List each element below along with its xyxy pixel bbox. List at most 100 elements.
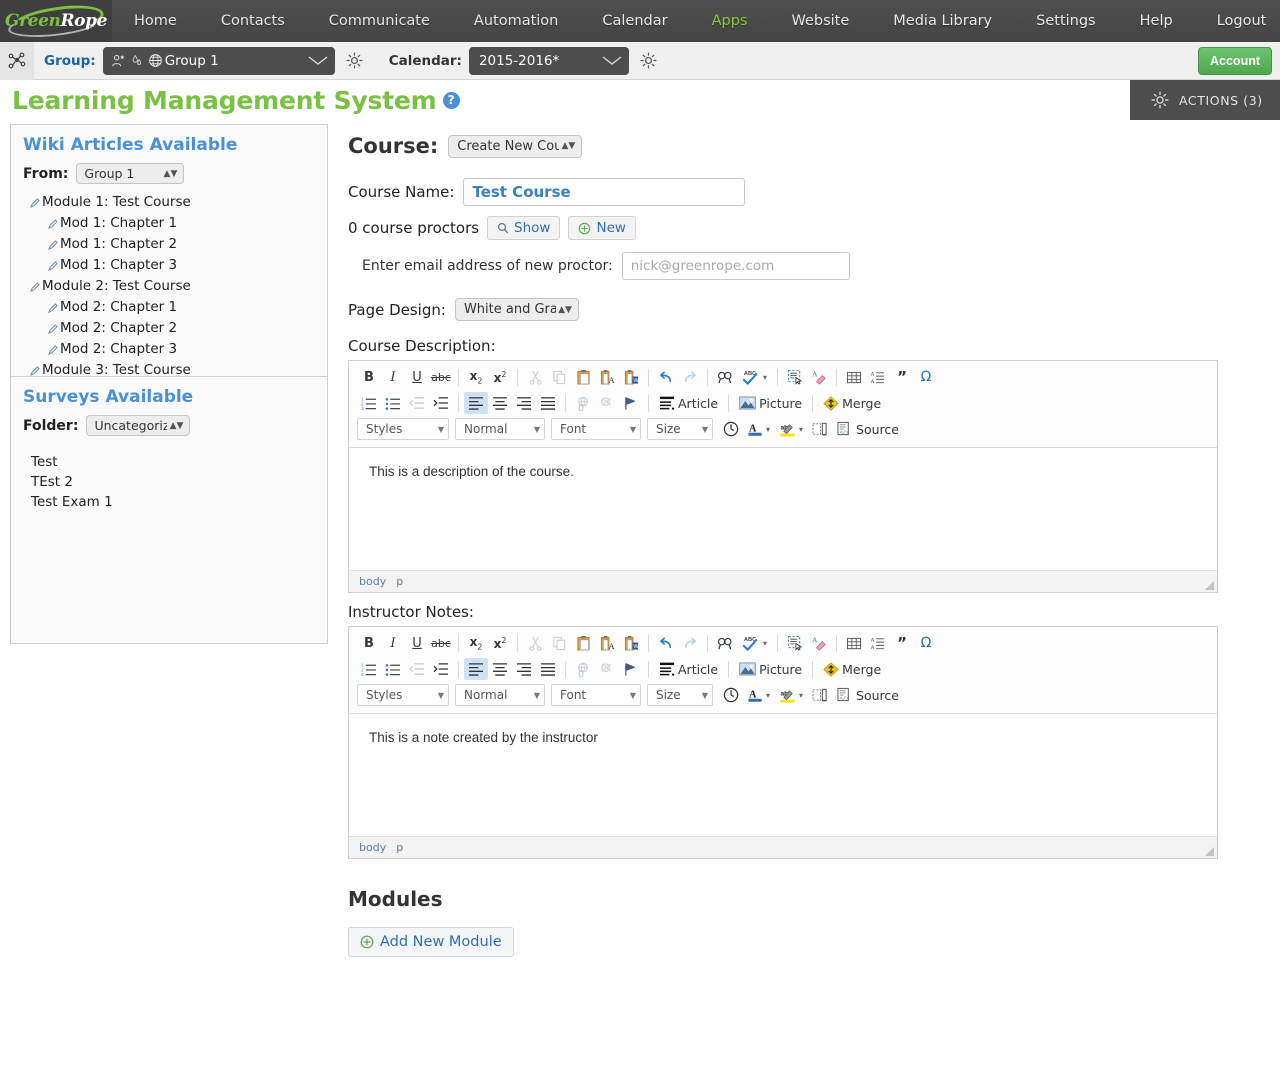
bold-button[interactable]: B: [357, 366, 381, 388]
strikethrough-button[interactable]: abc: [429, 366, 453, 388]
align-left-button[interactable]: [464, 658, 488, 680]
find-button[interactable]: [713, 632, 737, 654]
picture-button[interactable]: Picture: [734, 392, 807, 414]
anchor-button[interactable]: [619, 392, 643, 414]
nav-item-communicate[interactable]: Communicate: [307, 0, 452, 42]
superscript-button[interactable]: x2: [488, 366, 512, 388]
justify-button[interactable]: [536, 658, 560, 680]
superscript-button[interactable]: x2: [488, 632, 512, 654]
anchor-button[interactable]: [619, 658, 643, 680]
clock-button[interactable]: [719, 684, 743, 706]
text-color-button[interactable]: A ▾: [743, 684, 775, 706]
font-combo[interactable]: Font ▼: [551, 418, 641, 440]
course-select[interactable]: Create New Course: [448, 134, 583, 158]
special-character-button[interactable]: Ω: [914, 366, 938, 388]
group-settings-gear-icon[interactable]: [343, 49, 367, 73]
line-height-button[interactable]: AA: [866, 366, 890, 388]
size-combo[interactable]: Size ▼: [647, 684, 713, 706]
bulleted-list-button[interactable]: [381, 392, 405, 414]
wiki-from-select[interactable]: Group 1: [76, 163, 185, 184]
nav-item-automation[interactable]: Automation: [452, 0, 580, 42]
paste-from-word-button[interactable]: W: [619, 632, 643, 654]
remove-format-button[interactable]: A: [807, 366, 831, 388]
numbered-list-button[interactable]: 123: [357, 392, 381, 414]
course-description-editable-area[interactable]: This is a description of the course.: [349, 448, 1217, 570]
new-proctor-button[interactable]: New: [568, 216, 636, 240]
wiki-list-item[interactable]: Mod 1: Chapter 1: [15, 213, 327, 234]
calendar-selector[interactable]: 2015-2016*: [468, 46, 629, 75]
proctor-email-input[interactable]: [621, 252, 850, 280]
paragraph-format-combo[interactable]: Normal ▼: [455, 418, 545, 440]
italic-button[interactable]: I: [381, 632, 405, 654]
spellcheck-button[interactable]: ABC ▾: [737, 366, 772, 388]
align-center-button[interactable]: [488, 658, 512, 680]
nav-item-contacts[interactable]: Contacts: [199, 0, 307, 42]
elements-path-p[interactable]: p: [396, 575, 403, 588]
source-button[interactable]: </> Source: [832, 418, 904, 440]
increase-indent-button[interactable]: [429, 392, 453, 414]
undo-button[interactable]: [654, 632, 678, 654]
paragraph-format-combo[interactable]: Normal ▼: [455, 684, 545, 706]
nav-item-logout[interactable]: Logout: [1195, 0, 1280, 42]
paste-button[interactable]: [571, 632, 595, 654]
page-design-select[interactable]: White and Gray: [454, 298, 579, 321]
elements-path-body[interactable]: body: [359, 841, 386, 854]
background-color-button[interactable]: ab ▾: [775, 418, 808, 440]
size-combo[interactable]: Size ▼: [647, 418, 713, 440]
wiki-list-item[interactable]: Mod 2: Chapter 1: [15, 297, 327, 318]
spellcheck-button[interactable]: ABC ▾: [737, 632, 772, 654]
subscript-button[interactable]: x2: [464, 366, 488, 388]
wiki-list-item[interactable]: Module 3: Test Course: [15, 360, 327, 376]
nav-item-media-library[interactable]: Media Library: [871, 0, 1014, 42]
wiki-list-item[interactable]: Mod 2: Chapter 2: [15, 318, 327, 339]
group-selector[interactable]: Group 1: [102, 46, 335, 75]
styles-combo[interactable]: Styles ▼: [357, 684, 449, 706]
account-button[interactable]: Account: [1198, 46, 1272, 75]
survey-list-item[interactable]: Test: [31, 452, 327, 472]
survey-list-item[interactable]: TEst 2: [31, 472, 327, 492]
nav-item-apps[interactable]: Apps: [690, 0, 770, 42]
network-nodes-icon[interactable]: [0, 41, 34, 80]
wiki-list-item[interactable]: Mod 1: Chapter 2: [15, 234, 327, 255]
table-button[interactable]: [842, 366, 866, 388]
paste-from-word-button[interactable]: W: [619, 366, 643, 388]
help-icon[interactable]: ?: [442, 92, 460, 109]
table-button[interactable]: [842, 632, 866, 654]
survey-list-item[interactable]: Test Exam 1: [31, 492, 327, 512]
bulleted-list-button[interactable]: [381, 658, 405, 680]
article-button[interactable]: Article: [654, 658, 723, 680]
blockquote-button[interactable]: ”: [890, 366, 914, 388]
text-color-button[interactable]: A ▾: [743, 418, 775, 440]
merge-button[interactable]: Merge: [818, 392, 886, 414]
wiki-articles-list[interactable]: Module 1: Test Course Mod 1: Chapter 1 M…: [11, 192, 327, 376]
wiki-list-item[interactable]: Mod 2: Chapter 3: [15, 339, 327, 360]
add-new-module-button[interactable]: Add New Module: [348, 927, 514, 957]
page-scrollbar-track[interactable]: [1269, 917, 1280, 1078]
editor-resize-handle[interactable]: [1205, 581, 1214, 590]
increase-indent-button[interactable]: [429, 658, 453, 680]
course-name-input[interactable]: [463, 178, 746, 206]
select-all-button[interactable]: [783, 366, 807, 388]
actions-menu-button[interactable]: ACTIONS (3): [1130, 80, 1280, 120]
wiki-list-item[interactable]: Module 1: Test Course: [15, 192, 327, 213]
instructor-notes-editable-area[interactable]: This is a note created by the instructor: [349, 714, 1217, 836]
source-button[interactable]: </> Source: [832, 684, 904, 706]
styles-combo[interactable]: Styles ▼: [357, 418, 449, 440]
align-left-button[interactable]: [464, 392, 488, 414]
elements-path-p[interactable]: p: [396, 841, 403, 854]
font-combo[interactable]: Font ▼: [551, 684, 641, 706]
calendar-settings-gear-icon[interactable]: [637, 49, 661, 73]
align-right-button[interactable]: [512, 392, 536, 414]
paste-button[interactable]: [571, 366, 595, 388]
bold-button[interactable]: B: [357, 632, 381, 654]
nav-item-help[interactable]: Help: [1118, 0, 1195, 42]
blockquote-button[interactable]: ”: [890, 632, 914, 654]
nav-item-settings[interactable]: Settings: [1014, 0, 1117, 42]
paste-as-plain-text-button[interactable]: A: [595, 632, 619, 654]
clock-button[interactable]: [719, 418, 743, 440]
find-button[interactable]: [713, 366, 737, 388]
remove-format-button[interactable]: A: [807, 632, 831, 654]
nav-item-home[interactable]: Home: [112, 0, 199, 42]
greenrope-logo[interactable]: GreenRope: [0, 0, 112, 42]
undo-button[interactable]: [654, 366, 678, 388]
